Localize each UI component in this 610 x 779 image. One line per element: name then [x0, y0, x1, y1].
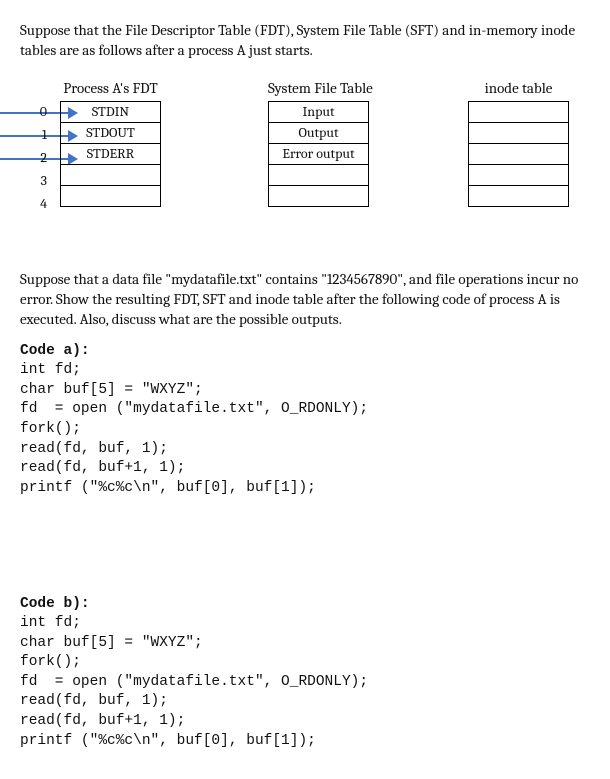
- sft-cell: Error output: [269, 143, 369, 164]
- fdt-index: 2: [33, 149, 47, 166]
- spacer: [20, 506, 590, 596]
- tables-diagram: Process A's FDT 0 1 2 3 4 STDIN STDOUT S…: [20, 79, 590, 249]
- fdt-title: Process A's FDT: [60, 79, 161, 97]
- inode-title: inode table: [468, 79, 569, 97]
- fdt-cell: STDIN: [61, 101, 161, 122]
- sft-cell: Input: [269, 101, 369, 122]
- sft-cell: Output: [269, 122, 369, 143]
- sft-cell: [269, 185, 369, 206]
- inode-cell: [469, 143, 569, 164]
- inode-table-wrap: inode table: [468, 79, 569, 207]
- fdt-table-wrap: Process A's FDT 0 1 2 3 4 STDIN STDOUT S…: [60, 79, 161, 207]
- inode-cell: [469, 185, 569, 206]
- inode-table: [468, 101, 569, 207]
- inode-cell: [469, 122, 569, 143]
- fdt-cell: STDOUT: [61, 122, 161, 143]
- fdt-index: 3: [33, 172, 47, 189]
- fdt-index: 4: [33, 195, 47, 212]
- inode-cell: [469, 101, 569, 122]
- fdt-cell: STDERR: [61, 143, 161, 164]
- fdt-table: STDIN STDOUT STDERR: [60, 101, 161, 207]
- code-b-heading: Code b):: [20, 596, 590, 612]
- code-b-body: int fd; char buf[5] = "WXYZ"; fork(); fd…: [20, 614, 590, 751]
- sft-cell: [269, 164, 369, 185]
- fdt-index: 0: [33, 103, 47, 120]
- intro-paragraph: Suppose that the File Descriptor Table (…: [20, 20, 590, 61]
- inode-cell: [469, 164, 569, 185]
- code-a-heading: Code a):: [20, 343, 590, 359]
- sft-table: Input Output Error output: [268, 101, 369, 207]
- sft-table-wrap: System File Table Input Output Error out…: [268, 79, 373, 207]
- sft-title: System File Table: [268, 79, 373, 97]
- question-paragraph: Suppose that a data file "mydatafile.txt…: [20, 269, 590, 330]
- fdt-cell: [61, 164, 161, 185]
- fdt-cell: [61, 185, 161, 206]
- fdt-index: 1: [33, 126, 47, 143]
- code-a-body: int fd; char buf[5] = "WXYZ"; fd = open …: [20, 361, 590, 498]
